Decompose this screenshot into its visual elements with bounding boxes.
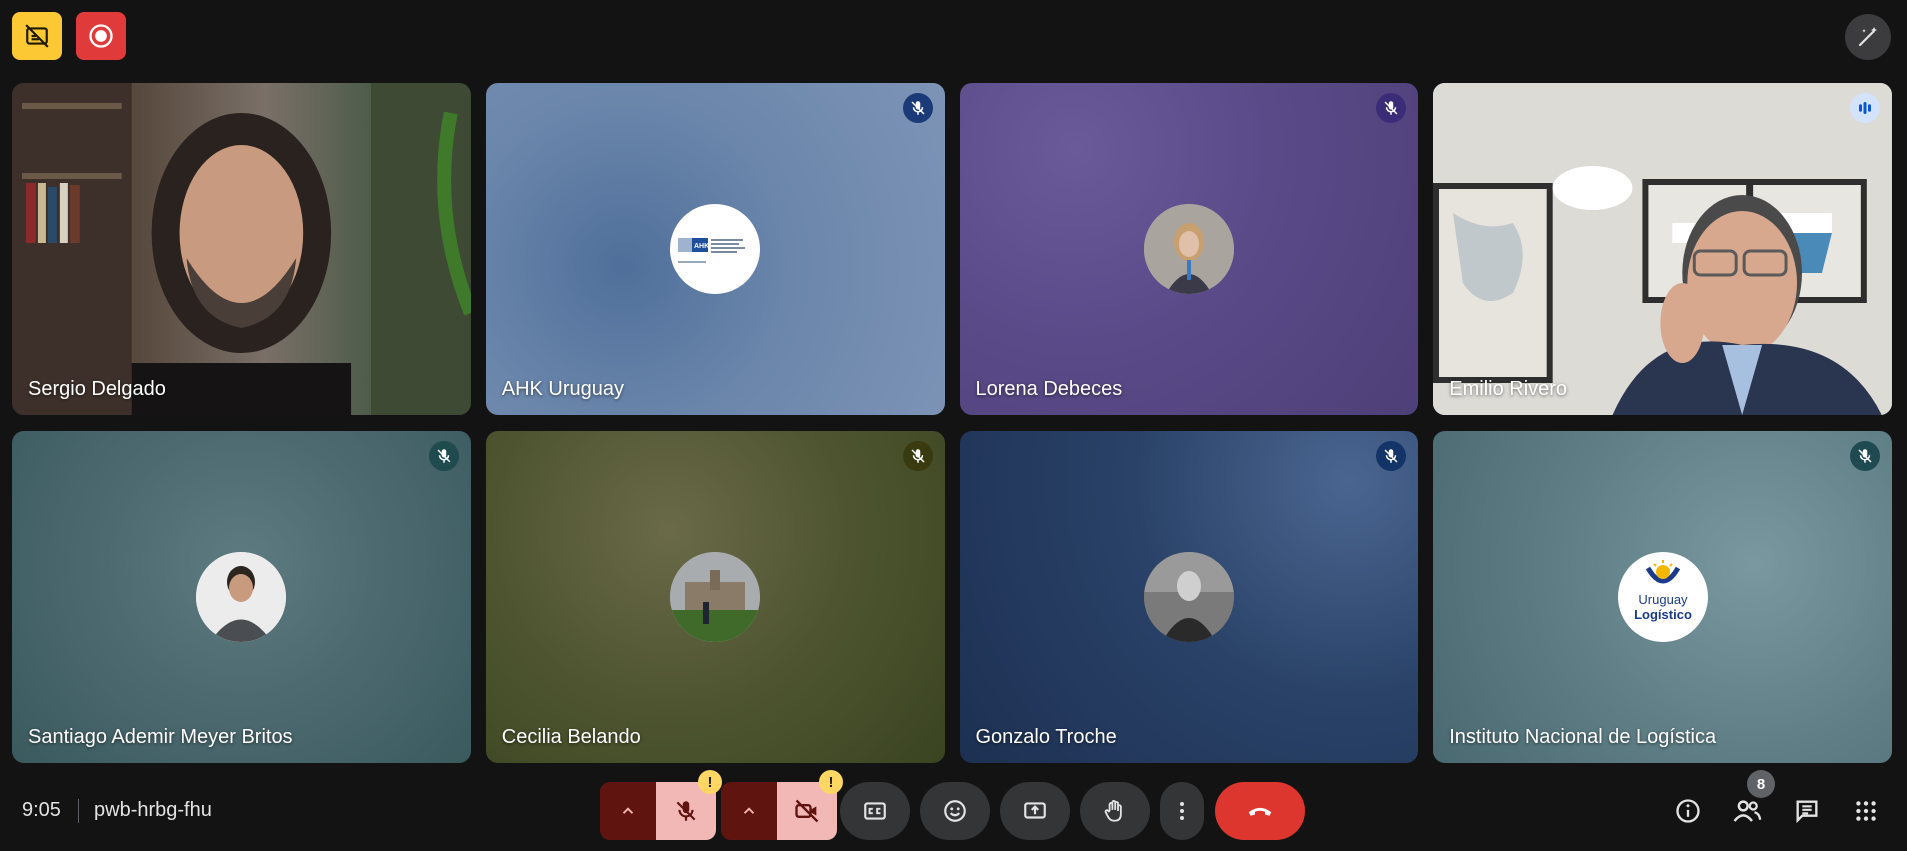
toggle-microphone-button[interactable]: ! <box>656 770 722 840</box>
captions-button[interactable] <box>840 782 910 840</box>
captions-off-icon <box>25 24 49 48</box>
muted-indicator <box>1850 441 1880 471</box>
captions-icon <box>864 802 886 820</box>
leave-call-button[interactable] <box>1215 782 1305 840</box>
mic-off-icon <box>1384 449 1398 463</box>
mic-off-icon <box>1858 449 1872 463</box>
ahk-logo: AHK <box>678 238 746 263</box>
recording-indicator-button[interactable] <box>76 12 126 60</box>
present-now-button[interactable] <box>1000 782 1070 840</box>
raise-hand-icon <box>1104 800 1122 822</box>
participant-photo <box>196 552 287 642</box>
divider <box>78 799 79 823</box>
participant-photo <box>1143 552 1234 642</box>
chevron-up-icon <box>743 807 755 814</box>
participant-name: AHK Uruguay <box>501 378 625 400</box>
participant-tile[interactable]: Lorena Debeces <box>959 83 1419 415</box>
audio-level-icon <box>1859 102 1871 114</box>
avatar <box>1143 204 1234 294</box>
mic-off-icon <box>676 801 696 821</box>
muted-indicator <box>902 93 933 123</box>
bottom-bar: 9:05 pwb-hrbg-fhu ! ! <box>0 770 1907 851</box>
activities-button[interactable] <box>1846 791 1886 831</box>
chevron-up-icon <box>622 807 634 814</box>
effects-button[interactable] <box>1845 14 1891 60</box>
emoji-icon <box>944 800 966 822</box>
muted-indicator <box>902 441 933 471</box>
chat-button[interactable] <box>1787 791 1827 831</box>
camera-control: ! <box>721 770 843 840</box>
more-options-icon <box>1180 802 1184 820</box>
participant-photo <box>670 552 761 642</box>
participant-tile[interactable]: Santiago Ademir Meyer Britos <box>12 431 471 763</box>
camera-warning-badge: ! <box>819 770 843 794</box>
participant-tile[interactable]: Uruguay Logístico Instituto Nacional de … <box>1433 431 1892 763</box>
mic-off-icon <box>1384 101 1398 115</box>
avatar: Uruguay Logístico <box>1617 552 1708 642</box>
mic-warning-badge: ! <box>698 770 722 794</box>
participant-name: Lorena Debeces <box>975 378 1123 400</box>
participant-name: Emilio Rivero <box>1449 378 1568 400</box>
participant-video <box>1433 83 1892 415</box>
microphone-control: ! <box>600 770 722 840</box>
logo-line-2: Logístico <box>1634 607 1692 622</box>
participant-tile[interactable]: Cecilia Belando <box>485 431 945 763</box>
participant-tile[interactable]: Emilio Rivero <box>1433 83 1892 415</box>
audio-settings-button[interactable] <box>600 782 656 840</box>
participant-name: Gonzalo Troche <box>975 726 1117 748</box>
info-icon <box>1676 799 1700 823</box>
muted-indicator <box>428 441 459 471</box>
muted-indicator <box>1376 93 1407 123</box>
activities-icon <box>1856 801 1876 821</box>
people-icon <box>1733 800 1762 822</box>
mic-off-icon <box>437 449 451 463</box>
participant-tile[interactable]: AHK AHK Uruguay <box>485 83 945 415</box>
camera-off-icon <box>795 799 819 823</box>
magic-wand-icon <box>1858 27 1877 47</box>
participant-tile[interactable]: Gonzalo Troche <box>959 431 1419 763</box>
recording-icon <box>89 24 113 48</box>
toggle-camera-button[interactable]: ! <box>777 770 843 840</box>
avatar <box>1143 552 1234 642</box>
participant-photo <box>1143 204 1234 294</box>
meeting-details-button[interactable] <box>1668 791 1708 831</box>
uruguay-logistico-logo: Uruguay Logístico <box>1634 560 1692 622</box>
mic-off-icon <box>910 101 925 115</box>
participant-name: Cecilia Belando <box>501 726 641 748</box>
top-bar <box>0 0 1907 80</box>
logo-line-1: Uruguay <box>1638 592 1688 607</box>
chat-icon <box>1796 800 1818 824</box>
raise-hand-button[interactable] <box>1080 782 1150 840</box>
meeting-clock: 9:05 <box>22 799 61 821</box>
participant-name: Santiago Ademir Meyer Britos <box>28 726 293 748</box>
muted-indicator <box>1376 441 1407 471</box>
leave-call-icon <box>1248 807 1272 816</box>
ahk-logo-text: AHK <box>694 243 709 250</box>
participant-count-badge: 8 <box>1747 770 1775 798</box>
avatar: AHK <box>670 204 761 294</box>
more-options-button[interactable] <box>1160 782 1204 840</box>
participant-video <box>12 83 471 415</box>
speaking-indicator <box>1850 93 1880 123</box>
video-settings-button[interactable] <box>721 782 777 840</box>
send-reaction-button[interactable] <box>920 782 990 840</box>
participant-tile[interactable]: Sergio Delgado <box>12 83 471 415</box>
mic-off-icon <box>910 449 925 463</box>
host-controls-indicator-button[interactable] <box>12 12 62 60</box>
avatar <box>670 552 761 642</box>
participant-name: Sergio Delgado <box>28 378 166 400</box>
participant-grid: Sergio Delgado AHK AHK Uruguay Lorena De… <box>12 83 1892 763</box>
participant-name: Instituto Nacional de Logística <box>1449 726 1717 748</box>
avatar <box>196 552 287 642</box>
meeting-code[interactable]: pwb-hrbg-fhu <box>94 799 212 822</box>
present-icon <box>1024 802 1046 819</box>
